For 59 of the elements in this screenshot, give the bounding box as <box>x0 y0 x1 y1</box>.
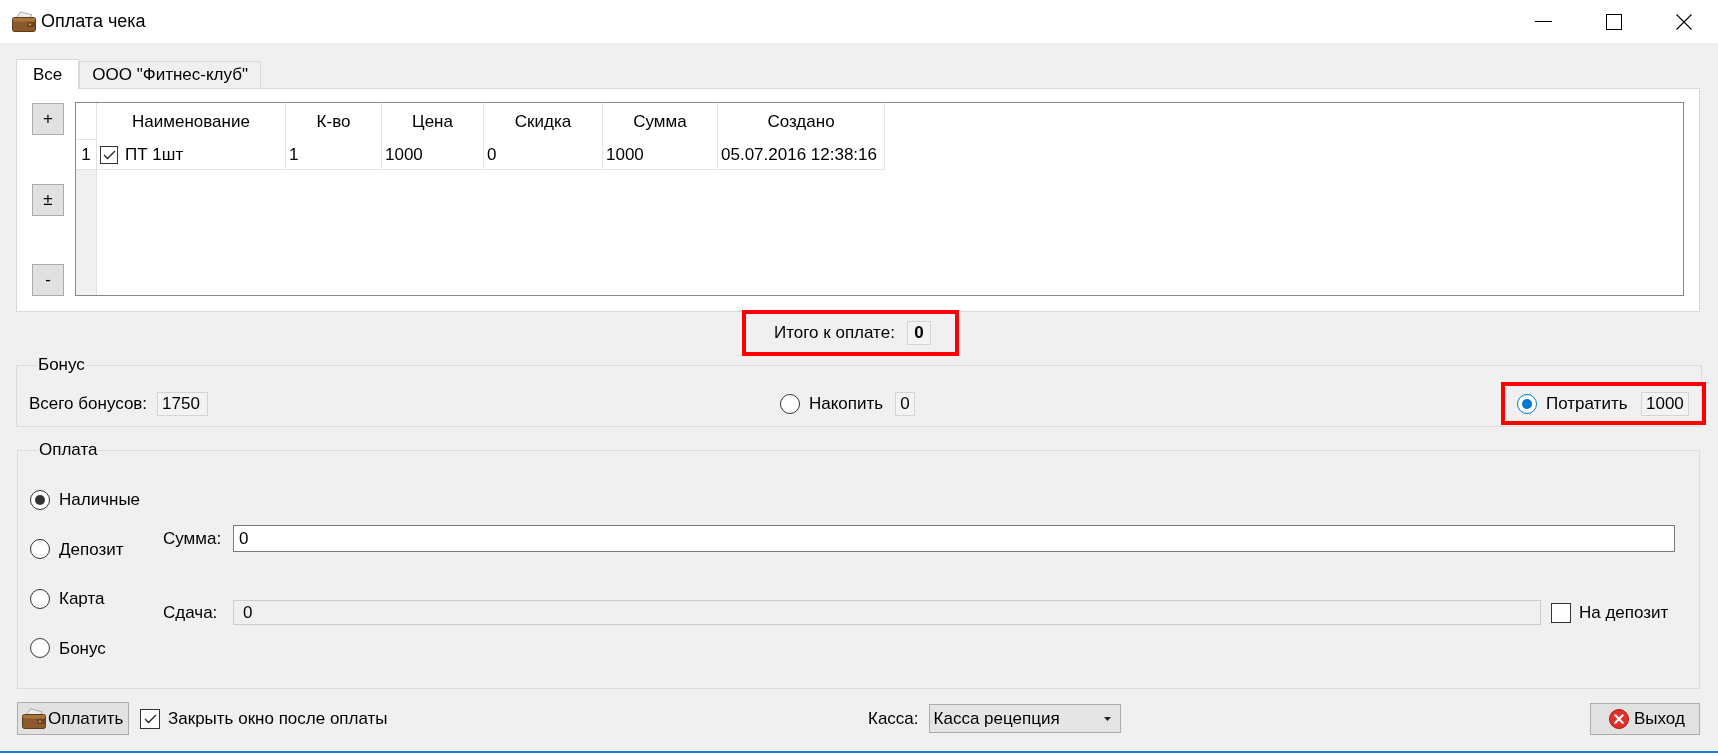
tab[interactable]: ООО "Фитнес-клуб" <box>79 61 261 88</box>
row-action-button[interactable]: + <box>32 103 64 135</box>
checkbox-label[interactable]: На депозит <box>1579 599 1669 626</box>
radio-button[interactable] <box>30 638 50 659</box>
checkbox[interactable] <box>1551 602 1571 623</box>
row-action-button[interactable]: ± <box>32 183 64 216</box>
radio-label[interactable]: Карта <box>59 586 105 612</box>
column-header[interactable]: Скидка <box>484 103 603 140</box>
checkbox-label[interactable]: Закрыть окно после оплаты <box>168 705 388 732</box>
table-cell-text: ПТ 1шт <box>125 143 184 166</box>
bonus-value-field: 1000 <box>1641 391 1689 416</box>
register-label: Касса: <box>868 707 919 730</box>
table-cell: 1000 <box>382 140 484 170</box>
radio-label[interactable]: Депозит <box>59 536 124 562</box>
table-cell: 1 <box>286 140 382 170</box>
amount-label: Сумма: <box>163 527 223 550</box>
column-header[interactable]: Сумма <box>603 103 718 140</box>
maximize-icon[interactable] <box>1606 13 1622 30</box>
checkmark-icon <box>102 149 116 160</box>
wallet-icon <box>12 11 36 32</box>
radio-button[interactable] <box>30 489 50 510</box>
column-header[interactable]: Создано <box>718 103 885 140</box>
group-title: Бонус <box>37 356 86 374</box>
column-header[interactable]: Наименование <box>97 103 286 140</box>
tab[interactable]: Все <box>16 59 80 89</box>
radio-label[interactable]: Накопить <box>809 390 884 417</box>
bonus-value-field: 0 <box>895 391 916 416</box>
total-label: Итого к оплате: <box>774 322 895 345</box>
column-header[interactable]: К-во <box>286 103 382 140</box>
bonus-total-field: 1750 <box>157 391 209 416</box>
radio-label[interactable]: Наличные <box>59 487 141 513</box>
total-value-field: 0 <box>906 321 931 345</box>
wallet-icon <box>22 708 46 729</box>
row-action-button[interactable]: - <box>32 264 64 296</box>
radio-button[interactable] <box>30 588 50 609</box>
bonus-total-label: Всего бонусов: <box>29 392 148 415</box>
radio-button[interactable] <box>1517 393 1537 414</box>
register-dropdown[interactable]: Касса рецепция <box>928 704 1121 733</box>
radio-button[interactable] <box>780 393 800 414</box>
pay-button[interactable]: Оплатить <box>17 702 129 735</box>
exit-button[interactable]: Выход <box>1590 702 1700 735</box>
checkmark-icon <box>143 713 157 724</box>
radio-label[interactable]: Бонус <box>59 635 106 661</box>
close-circle-icon <box>1609 708 1629 729</box>
row-number: 1 <box>81 143 91 166</box>
radio-button[interactable] <box>30 539 50 560</box>
column-header[interactable]: Цена <box>382 103 484 140</box>
window-title: Оплата чека <box>41 10 146 33</box>
radio-label[interactable]: Потратить <box>1546 390 1628 417</box>
close-icon[interactable] <box>1676 13 1692 30</box>
group-title: Оплата <box>38 441 99 459</box>
amount-field[interactable]: 0 <box>233 525 1675 552</box>
change-label: Сдача: <box>163 601 219 624</box>
caret-icon <box>1103 716 1111 721</box>
table-cell: 0 <box>484 140 603 170</box>
table-cell: 05.07.2016 12:38:16 <box>718 140 885 170</box>
checkbox[interactable] <box>140 708 160 729</box>
table-cell: 1000 <box>603 140 718 170</box>
checkbox[interactable] <box>100 145 118 164</box>
